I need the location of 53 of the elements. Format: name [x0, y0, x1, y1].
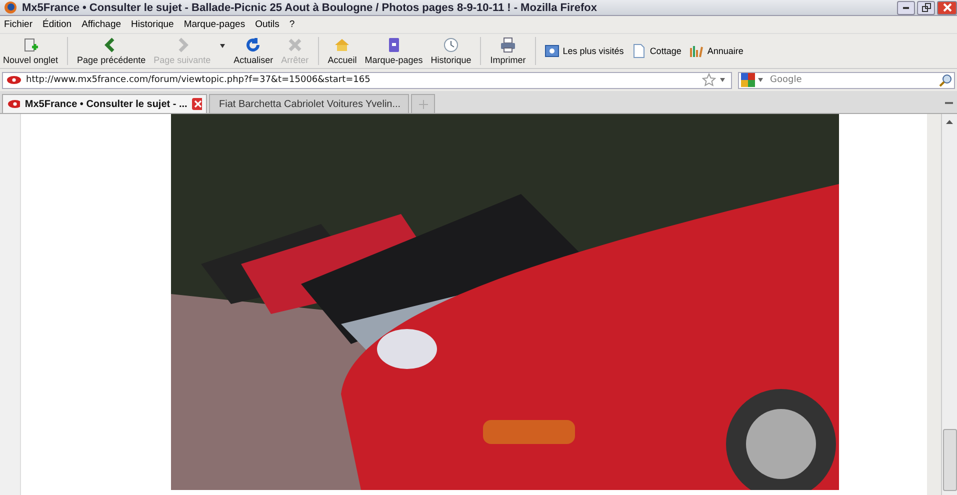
- menu-item[interactable]: ?: [289, 19, 295, 30]
- scrollbar-thumb[interactable]: [942, 429, 956, 491]
- scrollbar[interactable]: [941, 114, 957, 495]
- minimize-icon: [903, 6, 909, 8]
- printer-icon: [500, 37, 516, 53]
- menu-item[interactable]: Historique: [131, 19, 174, 30]
- dropdown-caret-icon: [220, 44, 225, 48]
- plus-icon: [418, 100, 428, 108]
- bookmark-item[interactable]: Les plus visités: [542, 44, 627, 58]
- site-icon: [6, 75, 22, 85]
- google-logo-icon: [741, 73, 755, 87]
- toolbar-button[interactable]: Imprimer: [487, 37, 529, 65]
- menu-item[interactable]: Fichier: [4, 19, 33, 30]
- window-title: Mx5France • Consulter le sujet - Ballade-Picnic 25 Aout à Boulogne / Photos pages 8-9-10-11 ! - Mozilla Firefox: [22, 2, 597, 14]
- toolbar-button[interactable]: Actualiser: [230, 37, 276, 65]
- bookmark-item[interactable]: Annuaire: [686, 44, 746, 58]
- site-icon: [7, 99, 20, 109]
- dropdown-caret-icon: [758, 78, 763, 82]
- close-icon: [942, 3, 952, 12]
- tab-title: Mx5France • Consulter le sujet - ...: [24, 98, 188, 110]
- page-icon: [632, 44, 646, 58]
- menu-item[interactable]: Affichage: [82, 19, 122, 30]
- menu-item[interactable]: Marque-pages: [184, 19, 246, 30]
- restore-button[interactable]: [917, 0, 935, 14]
- bookmark-item[interactable]: Cottage: [628, 44, 684, 58]
- tab-close-icon[interactable]: [192, 98, 202, 110]
- menu-item[interactable]: Outils: [255, 19, 280, 30]
- toolbar-button[interactable]: Marque-pages: [362, 37, 426, 65]
- minimize-button[interactable]: [897, 0, 915, 14]
- address-bar[interactable]: http://www.mx5france.com/forum/viewtopic.php?f=37&t=15006&start=165: [2, 72, 732, 88]
- star-icon[interactable]: [702, 73, 716, 87]
- tab-title: Fiat Barchetta Cabriolet Voitures Yvelin...: [219, 98, 401, 110]
- tab-list-icon[interactable]: [945, 102, 953, 105]
- browser-tab[interactable]: Fiat Barchetta Cabriolet Voitures Yvelin...: [209, 94, 409, 113]
- stop-icon: [286, 37, 303, 53]
- toolbar-button[interactable]: Historique: [428, 37, 474, 65]
- toolbar-button[interactable]: Page précédente: [74, 37, 149, 65]
- search-bar[interactable]: Google: [738, 72, 955, 88]
- browser-tab[interactable]: Mx5France • Consulter le sujet - ...: [2, 94, 207, 113]
- scroll-up-icon: [946, 120, 953, 124]
- toolbar-button[interactable]: Accueil: [324, 37, 360, 65]
- search-icon[interactable]: [939, 74, 952, 86]
- clock-icon: [443, 37, 460, 53]
- address-input[interactable]: http://www.mx5france.com/forum/viewtopic.php?f=37&t=15006&start=165: [26, 75, 698, 85]
- menu-item[interactable]: Édition: [42, 19, 72, 30]
- toolbar-button[interactable]: Nouvel onglet: [0, 37, 62, 65]
- close-button[interactable]: [937, 0, 957, 14]
- home-icon: [334, 37, 350, 53]
- new-tab-icon: [22, 37, 39, 53]
- bar-chart-icon: [689, 44, 704, 58]
- restore-icon: [922, 3, 930, 12]
- reload-icon: [245, 37, 262, 53]
- dropdown-caret-icon[interactable]: [720, 78, 725, 82]
